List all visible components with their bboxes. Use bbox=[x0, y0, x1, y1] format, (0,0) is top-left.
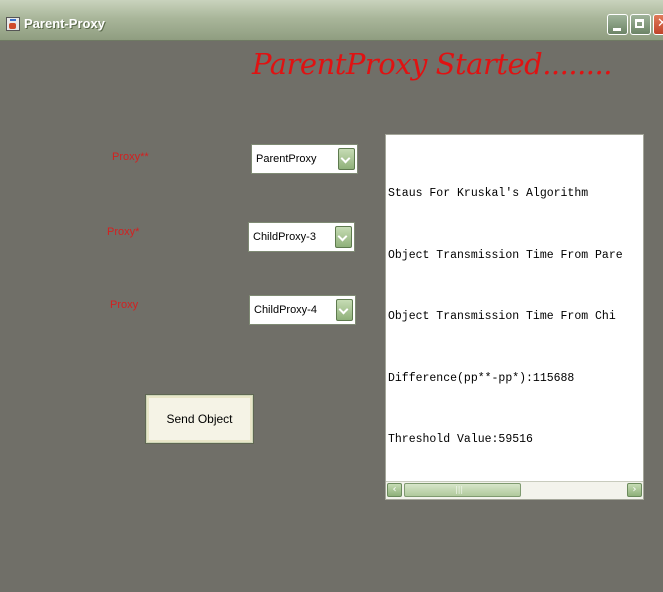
proxy-label: Proxy bbox=[110, 299, 139, 311]
minimize-icon[interactable] bbox=[607, 14, 628, 35]
close-icon[interactable] bbox=[653, 14, 663, 35]
horizontal-scrollbar[interactable]: ‹ › bbox=[386, 481, 643, 499]
scrollbar-thumb[interactable] bbox=[404, 483, 521, 497]
proxy-double-star-select[interactable]: ParentProxy bbox=[251, 144, 358, 174]
proxy-star-value: ChildProxy-3 bbox=[253, 231, 316, 243]
send-object-button[interactable]: Send Object bbox=[145, 394, 254, 444]
proxy-double-star-label: Proxy** bbox=[112, 151, 149, 163]
parent-proxy-window: Parent-Proxy ParentProxy Started........… bbox=[0, 0, 663, 592]
chevron-down-icon[interactable] bbox=[336, 299, 353, 321]
status-line: Threshold Value:59516 bbox=[388, 433, 533, 446]
status-line: Difference(pp**-pp*):115688 bbox=[388, 371, 575, 385]
scroll-left-icon[interactable]: ‹ bbox=[387, 483, 402, 497]
page-heading: ParentProxy Started........ bbox=[252, 47, 612, 81]
title-bar[interactable]: Parent-Proxy bbox=[0, 0, 663, 41]
java-app-icon bbox=[6, 17, 20, 31]
proxy-double-star-value: ParentProxy bbox=[256, 153, 317, 165]
proxy-select[interactable]: ChildProxy-4 bbox=[249, 295, 356, 325]
status-line: Object Transmission Time From Pare bbox=[388, 248, 623, 262]
proxy-star-label: Proxy* bbox=[107, 226, 140, 238]
status-lines: Staus For Kruskal's Algorithm Object Tra… bbox=[388, 143, 623, 499]
proxy-value: ChildProxy-4 bbox=[254, 304, 317, 316]
status-text-area[interactable]: Staus For Kruskal's Algorithm Object Tra… bbox=[385, 134, 644, 500]
status-line: Staus For Kruskal's Algorithm bbox=[388, 187, 589, 200]
chevron-down-icon[interactable] bbox=[335, 226, 352, 248]
window-title: Parent-Proxy bbox=[24, 16, 105, 31]
scroll-right-icon[interactable]: › bbox=[627, 483, 642, 497]
status-line: Object Transmission Time From Chi bbox=[388, 310, 616, 323]
maximize-icon[interactable] bbox=[630, 14, 651, 35]
chevron-down-icon[interactable] bbox=[338, 148, 355, 170]
proxy-star-select[interactable]: ChildProxy-3 bbox=[248, 222, 355, 252]
